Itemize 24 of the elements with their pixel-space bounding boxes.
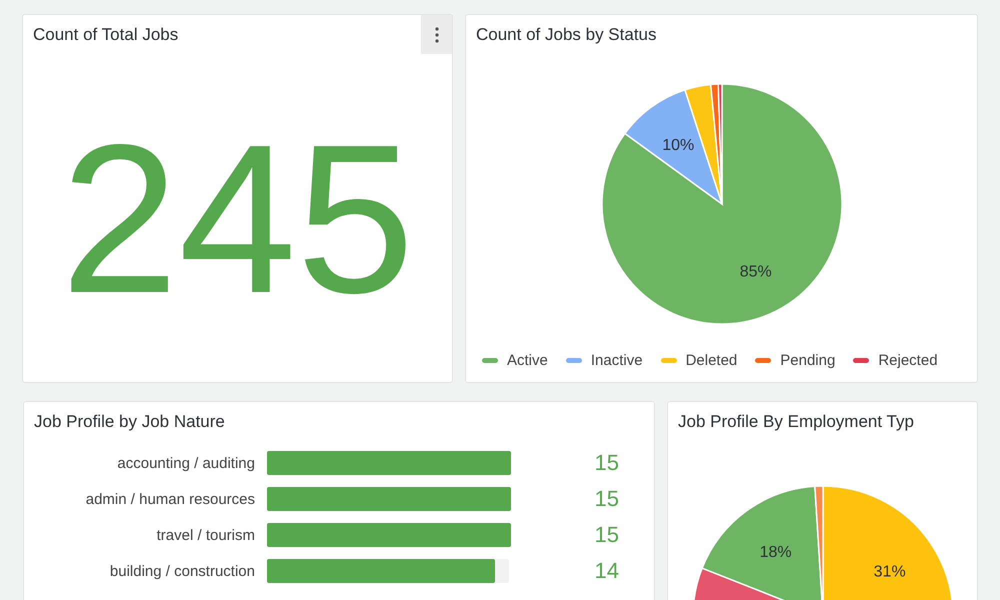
slice-label: 18%	[760, 544, 792, 561]
legend-label[interactable]: Inactive	[590, 352, 643, 369]
slice-label: 10%	[662, 136, 694, 154]
more-icon	[434, 26, 438, 42]
legend-label[interactable]: Active	[507, 352, 548, 369]
slice-label: 31%	[874, 564, 906, 581]
bar-label: building / construction	[110, 562, 255, 580]
bar-value: 15	[594, 450, 619, 475]
legend-label[interactable]: Deleted	[686, 352, 738, 369]
bar-value: 14	[594, 558, 619, 583]
bar-label: admin / human resources	[86, 490, 255, 508]
card-title: Job Profile by Job Nature	[34, 412, 225, 432]
bar-value: 15	[594, 486, 619, 511]
legend-label[interactable]: Rejected	[878, 352, 938, 369]
legend-label[interactable]: Pending	[780, 352, 836, 369]
card-title: Count of Jobs by Status	[476, 25, 656, 45]
total-count: 245	[60, 113, 414, 325]
card-title: Count of Total Jobs	[33, 25, 178, 45]
menu-button[interactable]	[421, 15, 452, 54]
bar-label: accounting / auditing	[117, 454, 255, 472]
slice-label: 85%	[739, 263, 772, 280]
bar-label: travel / tourism	[156, 526, 255, 544]
bar-value: 15	[594, 522, 619, 547]
card-title: Job Profile By Employment Typ	[678, 412, 914, 432]
